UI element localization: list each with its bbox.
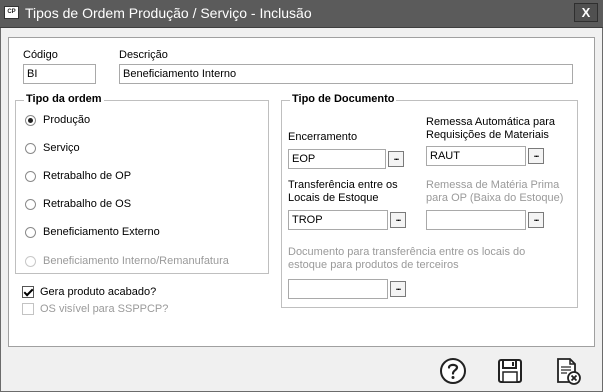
window-title: Tipos de Ordem Produção / Serviço - Incl…	[25, 5, 312, 21]
tipo-documento-title: Tipo de Documento	[290, 93, 397, 105]
remessa-materia-lookup-button[interactable]: ...	[528, 212, 544, 228]
radio-label: Serviço	[43, 142, 80, 154]
doc-terceiros-lookup-button[interactable]: ...	[390, 281, 406, 297]
help-button[interactable]	[438, 356, 468, 386]
codigo-label: Código	[23, 49, 58, 61]
app-icon: CP	[4, 6, 19, 19]
radio-label: Retrabalho de OS	[43, 198, 132, 210]
radio-retrabalho-op[interactable]: Retrabalho de OP	[25, 168, 131, 184]
encerramento-input[interactable]: EOP	[288, 149, 386, 169]
encerramento-lookup: EOP ...	[288, 149, 405, 169]
radio-button[interactable]	[25, 226, 36, 238]
transferencia-lookup-button[interactable]: ...	[390, 212, 406, 228]
remessa-materia-label-1: Remessa de Matéria Prima	[426, 179, 560, 191]
title-bar: CP Tipos de Ordem Produção / Serviço - I…	[0, 0, 603, 28]
codigo-input[interactable]: BI	[23, 64, 96, 84]
doc-terceiros-label-1: Documento para transferência entre os lo…	[288, 246, 526, 258]
remessa-materia-label-2: para OP (Baixa do Estoque)	[426, 192, 564, 204]
transferencia-input[interactable]: TROP	[288, 210, 388, 230]
os-visivel-checkbox	[22, 303, 34, 315]
radio-button	[25, 255, 36, 267]
gera-produto-label: Gera produto acabado?	[40, 286, 157, 298]
save-button[interactable]	[495, 356, 525, 386]
descricao-label: Descrição	[119, 49, 168, 61]
gera-produto-checkbox-row[interactable]: Gera produto acabado?	[22, 284, 156, 300]
form-panel: Código BI Descrição Beneficiamento Inter…	[8, 37, 595, 347]
encerramento-label: Encerramento	[288, 131, 358, 143]
cancel-button[interactable]	[552, 356, 582, 386]
radio-beneficiamento-externo[interactable]: Beneficiamento Externo	[25, 224, 160, 240]
radio-label: Retrabalho de OP	[43, 170, 132, 182]
remessa-auto-lookup-button[interactable]: ...	[528, 148, 544, 164]
transferencia-label-2: Locais de Estoque	[288, 192, 379, 204]
radio-producao[interactable]: Produção	[25, 112, 90, 128]
tipo-ordem-title: Tipo da ordem	[24, 93, 104, 105]
save-icon	[498, 359, 522, 383]
doc-terceiros-label-2: estoque para produtos de terceiros	[288, 259, 459, 271]
tipo-ordem-group: Tipo da ordem Produção Serviço Retrabalh…	[15, 93, 269, 274]
encerramento-lookup-button[interactable]: ...	[388, 151, 404, 167]
remessa-materia-lookup: ...	[426, 210, 545, 230]
radio-label: Produção	[43, 114, 91, 126]
close-button[interactable]: X	[574, 3, 598, 22]
remessa-auto-input[interactable]: RAUT	[426, 146, 526, 166]
remessa-auto-label-1: Remessa Automática para	[426, 116, 556, 128]
gera-produto-checkbox[interactable]	[22, 286, 34, 298]
radio-button[interactable]	[25, 142, 36, 154]
radio-label: Beneficiamento Interno/Remanufatura	[43, 255, 229, 267]
os-visivel-label: OS visível para SSPPCP?	[40, 303, 169, 315]
radio-retrabalho-os[interactable]: Retrabalho de OS	[25, 196, 131, 212]
remessa-auto-lookup: RAUT ...	[426, 146, 545, 166]
descricao-input[interactable]: Beneficiamento Interno	[119, 64, 573, 84]
radio-button[interactable]	[25, 114, 36, 126]
radio-label: Beneficiamento Externo	[43, 226, 160, 238]
radio-button[interactable]	[25, 198, 36, 210]
doc-terceiros-lookup: ...	[288, 279, 407, 299]
doc-terceiros-input[interactable]	[288, 279, 388, 299]
transferencia-label-1: Transferência entre os	[288, 179, 398, 191]
remessa-materia-input[interactable]	[426, 210, 526, 230]
tipo-documento-group: Tipo de Documento Encerramento EOP ... R…	[281, 93, 578, 308]
help-icon	[440, 358, 466, 384]
radio-beneficiamento-interno: Beneficiamento Interno/Remanufatura	[25, 253, 229, 269]
transferencia-lookup: TROP ...	[288, 210, 407, 230]
os-visivel-checkbox-row: OS visível para SSPPCP?	[22, 301, 168, 317]
remessa-auto-label-2: Requisições de Materiais	[426, 129, 549, 141]
cancel-document-icon	[557, 358, 581, 385]
dialog-window: Código BI Descrição Beneficiamento Inter…	[0, 28, 603, 392]
radio-button[interactable]	[25, 170, 36, 182]
radio-servico[interactable]: Serviço	[25, 140, 80, 156]
